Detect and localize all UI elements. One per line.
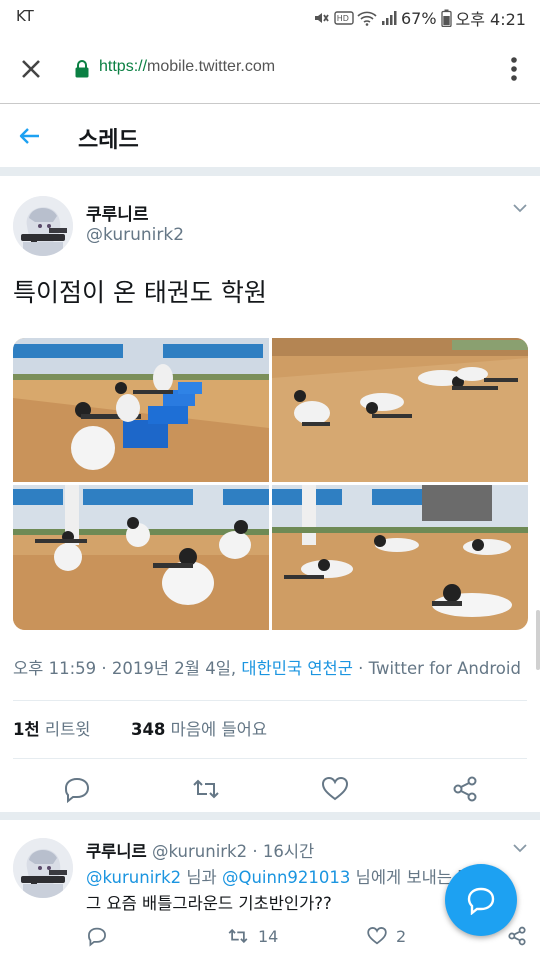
status-icons: HD 67% 오후 4:21 — [312, 6, 526, 30]
hd-label: HD — [336, 13, 349, 23]
mention-link[interactable]: @kurunirk2 — [86, 868, 181, 887]
likes-label: 마음에 들어요 — [170, 720, 267, 739]
battery-icon — [440, 9, 452, 27]
media-grid — [13, 338, 528, 630]
share-icon — [508, 926, 526, 946]
reply-share-button[interactable] — [506, 925, 528, 947]
retweets-label: 리트윗 — [44, 720, 91, 739]
divider — [13, 700, 527, 701]
mute-icon — [312, 9, 330, 27]
reply-like-count: 2 — [396, 926, 407, 946]
more-vert-icon[interactable] — [510, 56, 518, 82]
retweet-icon[interactable] — [191, 774, 221, 804]
reply-header: 쿠루니르 @kurunirk2 · 16시간 — [86, 838, 314, 862]
carrier-label: KT — [16, 7, 34, 25]
like-icon — [367, 927, 387, 945]
mention-link[interactable]: @Quinn921013 — [222, 868, 350, 887]
share-icon[interactable] — [450, 774, 480, 804]
arrow-left-icon[interactable] — [18, 124, 42, 148]
address-bar[interactable]: https://mobile.twitter.com — [99, 58, 275, 76]
tweet-stats: 1천 리트윗 348 마음에 들어요 — [13, 716, 267, 740]
reply-icon — [88, 927, 106, 947]
tweet-photo-3[interactable] — [13, 485, 269, 630]
tweet-location[interactable]: 대한민국 연천군 — [241, 659, 353, 678]
user-handle[interactable]: @kurunirk2 — [86, 225, 184, 245]
reply-display-name[interactable]: 쿠루니르 — [86, 842, 147, 861]
likes-stat[interactable]: 348 마음에 들어요 — [131, 720, 267, 739]
reply-icon[interactable] — [62, 774, 92, 804]
reply-like-button[interactable]: 2 — [366, 925, 406, 947]
app-header: 스레드 — [0, 105, 540, 168]
status-bar: KT HD 67% 오후 4:21 — [0, 0, 540, 34]
reply-text: 그 요즘 배틀그라운드 기초반인가?? — [86, 894, 332, 913]
replying-to: @kurunirk2 님과 @Quinn921013 님에게 보내는 답 — [86, 864, 472, 888]
tweet-text: 특이점이 온 태권도 학원 — [13, 278, 267, 307]
retweets-count: 1천 — [13, 720, 40, 739]
tweet-photo-1[interactable] — [13, 338, 269, 482]
chevron-down-icon[interactable] — [512, 200, 528, 216]
section-divider — [0, 168, 540, 176]
scrollbar[interactable] — [536, 610, 540, 670]
browser-toolbar: https://mobile.twitter.com — [0, 34, 540, 104]
lock-icon — [75, 60, 89, 78]
tweet-photo-4[interactable] — [272, 485, 528, 630]
clock: 오후 4:21 — [455, 10, 526, 29]
avatar[interactable] — [13, 196, 73, 256]
replying-to-text: 님과 — [181, 868, 222, 887]
retweet-icon — [228, 928, 248, 944]
tweet-source: · Twitter for Android — [352, 659, 521, 678]
section-divider — [0, 812, 540, 820]
battery-percent: 67% — [400, 8, 437, 28]
close-icon[interactable] — [18, 56, 44, 82]
tweet-photo-2[interactable] — [272, 338, 528, 482]
signal-icon — [381, 10, 397, 26]
wifi-icon — [357, 10, 377, 26]
reply-retweet-button[interactable]: 14 — [226, 925, 278, 947]
reply-retweet-count: 14 — [258, 926, 279, 946]
reply-avatar[interactable] — [13, 838, 73, 898]
tweet-actions — [0, 770, 540, 810]
likes-count: 348 — [130, 720, 166, 739]
display-name[interactable]: 쿠루니르 — [86, 200, 149, 225]
reply-time: · 16시간 — [252, 842, 315, 861]
url-scheme: https:// — [99, 58, 148, 75]
compose-button[interactable] — [445, 864, 517, 936]
hd-voice-icon: HD — [334, 10, 354, 26]
compose-icon — [467, 887, 495, 915]
chevron-down-icon[interactable] — [512, 840, 528, 856]
like-icon[interactable] — [320, 774, 350, 804]
reply-handle[interactable]: @kurunirk2 — [152, 842, 247, 861]
retweets-stat[interactable]: 1천 리트윗 — [13, 720, 90, 739]
divider — [13, 758, 527, 759]
url-host: mobile.twitter.com — [147, 58, 276, 75]
tweet-metadata: 오후 11:59 · 2019년 2월 4일, 대한민국 연천군 · Twitt… — [13, 655, 521, 679]
tweet-timestamp: 오후 11:59 · 2019년 2월 4일, — [13, 659, 242, 678]
reply-reply-button[interactable] — [86, 925, 108, 947]
page-title: 스레드 — [78, 128, 139, 153]
